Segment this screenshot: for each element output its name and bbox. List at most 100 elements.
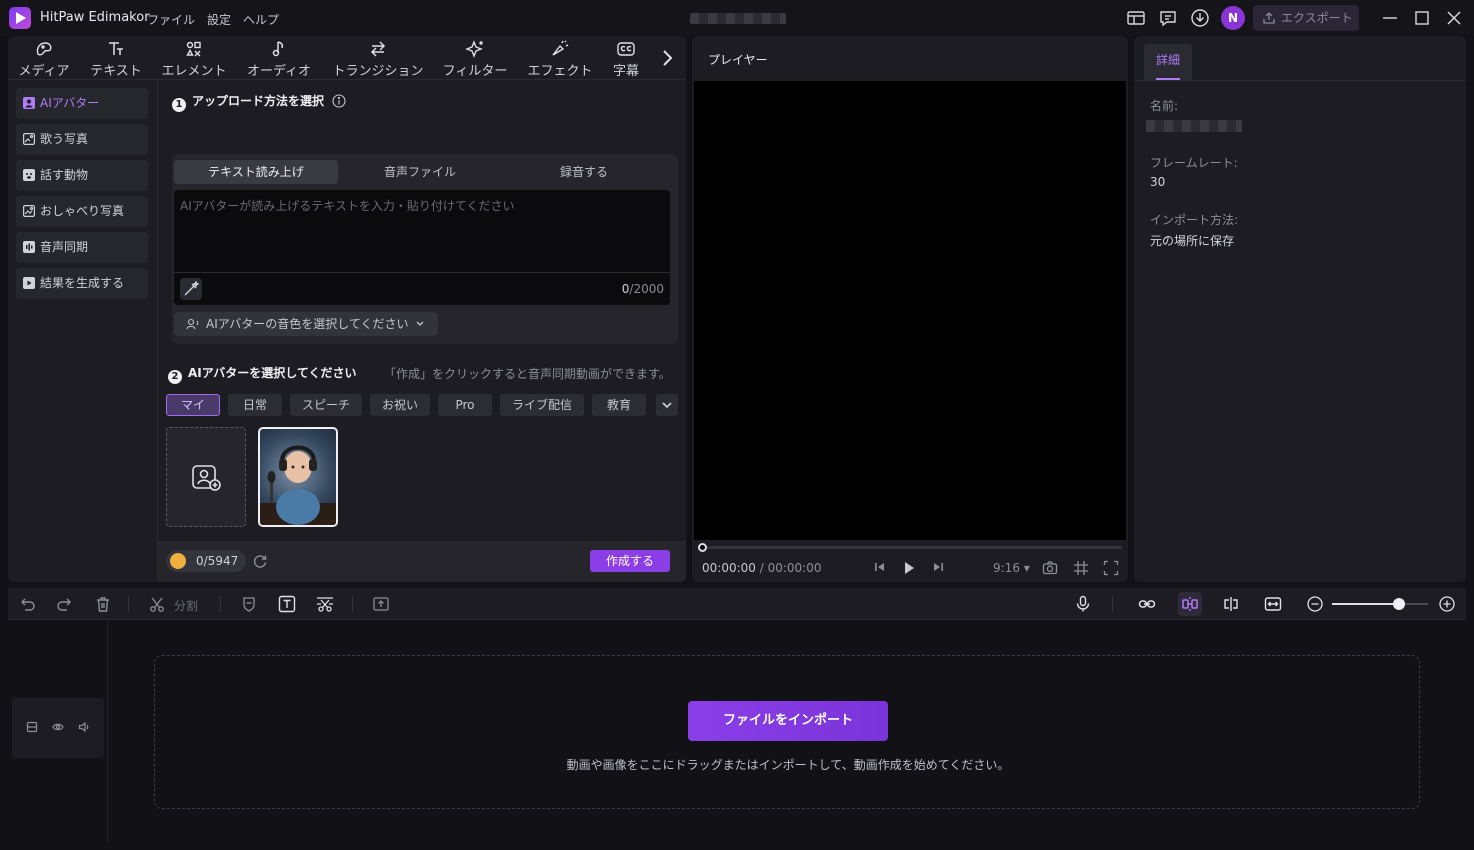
side-item-ai-avatar[interactable]: AIアバター bbox=[16, 88, 148, 119]
user-avatar[interactable]: N bbox=[1221, 6, 1245, 30]
drop-hint: 動画や画像をここにドラッグまたはインポートして、動画作成を始めてください。 bbox=[566, 758, 1010, 772]
tool-tabs: メディア テキスト エレメント オーディオ トランジション フィルター エフェク… bbox=[8, 36, 686, 80]
user-voice-icon bbox=[186, 318, 199, 330]
category-more-button[interactable] bbox=[656, 394, 678, 416]
separator bbox=[220, 596, 221, 612]
grid-icon[interactable] bbox=[1073, 560, 1089, 576]
minimize-icon[interactable] bbox=[1380, 8, 1400, 28]
text-box-icon[interactable] bbox=[278, 595, 296, 613]
credit-counter: 0/5947 bbox=[166, 550, 246, 572]
avatar-thumbnail-baby[interactable] bbox=[258, 427, 338, 527]
zoom-slider-handle[interactable] bbox=[1393, 598, 1405, 610]
side-item-label: AIアバター bbox=[40, 96, 100, 110]
import-file-button[interactable]: ファイルをインポート bbox=[688, 701, 888, 741]
category-tab-daily[interactable]: 日常 bbox=[228, 394, 282, 416]
element-icon bbox=[186, 41, 201, 57]
category-tab-my[interactable]: マイ bbox=[166, 394, 220, 416]
side-item-label: 結果を生成する bbox=[40, 276, 125, 290]
snapshot-icon[interactable] bbox=[1042, 560, 1058, 576]
play-icon[interactable] bbox=[902, 560, 916, 576]
refresh-icon[interactable] bbox=[252, 553, 268, 569]
tab-audio-label: オーディオ bbox=[246, 64, 312, 79]
layout-icon[interactable] bbox=[1126, 8, 1146, 28]
split-icon[interactable] bbox=[148, 595, 166, 613]
chevron-right-icon[interactable] bbox=[660, 48, 674, 68]
tab-text-label: テキスト bbox=[90, 64, 142, 79]
redo-icon[interactable] bbox=[56, 595, 74, 613]
eye-icon[interactable] bbox=[52, 721, 64, 733]
tts-text-input[interactable]: AIアバターが読み上げるテキストを入力・貼り付けてください 0/2000 bbox=[174, 190, 670, 305]
menu-file[interactable]: ファイル bbox=[147, 11, 195, 28]
tab-text[interactable]: テキスト bbox=[86, 40, 146, 79]
maximize-icon[interactable] bbox=[1412, 8, 1432, 28]
side-item-talking-animal[interactable]: 話す動物 bbox=[16, 160, 148, 191]
step1-title: 1 アップロード方法を選択 bbox=[172, 92, 346, 112]
zoom-slider-fill bbox=[1332, 603, 1399, 605]
tab-filter[interactable]: フィルター bbox=[440, 40, 510, 79]
feedback-icon[interactable] bbox=[1158, 8, 1178, 28]
fullscreen-icon[interactable] bbox=[1103, 560, 1119, 576]
link-icon[interactable] bbox=[1138, 595, 1156, 613]
media-drop-zone[interactable]: ファイルをインポート 動画や画像をここにドラッグまたはインポートして、動画作成を… bbox=[154, 655, 1420, 809]
tab-details[interactable]: 詳細 bbox=[1144, 44, 1192, 80]
shield-icon[interactable] bbox=[240, 595, 258, 613]
side-item-singing-photo[interactable]: 歌う写真 bbox=[16, 124, 148, 155]
info-icon[interactable] bbox=[332, 94, 346, 108]
download-icon[interactable] bbox=[1190, 8, 1210, 28]
app-title: HitPaw Edimakor bbox=[40, 10, 150, 25]
app-logo bbox=[9, 7, 31, 29]
side-item-talking-photo[interactable]: おしゃべり写真 bbox=[16, 196, 148, 227]
category-tab-celebration[interactable]: お祝い bbox=[370, 394, 430, 416]
separator bbox=[352, 596, 353, 612]
speaker-icon[interactable] bbox=[78, 721, 90, 733]
tab-media[interactable]: メディア bbox=[16, 40, 72, 79]
category-tab-education[interactable]: 教育 bbox=[592, 394, 646, 416]
framerate-value: 30 bbox=[1150, 175, 1166, 189]
zoom-in-icon[interactable] bbox=[1438, 595, 1456, 613]
seek-bar[interactable] bbox=[700, 546, 1122, 549]
timeline: ファイルをインポート 動画や画像をここにドラッグまたはインポートして、動画作成を… bbox=[8, 621, 1466, 842]
aspect-ratio-select[interactable]: 9:16 ▾ bbox=[993, 561, 1030, 575]
delete-icon[interactable] bbox=[94, 595, 112, 613]
undo-icon[interactable] bbox=[18, 595, 36, 613]
coin-icon bbox=[170, 553, 186, 569]
create-button[interactable]: 作成する bbox=[590, 550, 670, 572]
category-tab-pro[interactable]: Pro bbox=[438, 394, 492, 416]
step2-number: 2 bbox=[168, 370, 182, 384]
menu-help[interactable]: ヘルプ bbox=[243, 11, 279, 28]
upload-tab-audio-file[interactable]: 音声ファイル bbox=[338, 160, 502, 184]
chevron-down-icon bbox=[416, 321, 424, 326]
upload-tab-record[interactable]: 録音する bbox=[502, 160, 666, 184]
track-lock-icon[interactable] bbox=[26, 721, 38, 733]
tab-element[interactable]: エレメント bbox=[158, 40, 230, 79]
close-icon[interactable] bbox=[1444, 8, 1464, 28]
tab-effect[interactable]: エフェクト bbox=[524, 40, 596, 79]
next-frame-icon[interactable] bbox=[932, 560, 944, 574]
prev-frame-icon[interactable] bbox=[874, 560, 886, 574]
ai-write-button[interactable] bbox=[180, 278, 202, 300]
tab-subtitle[interactable]: 字幕 bbox=[608, 40, 644, 79]
category-tab-live[interactable]: ライブ配信 bbox=[500, 394, 584, 416]
tab-audio[interactable]: オーディオ bbox=[244, 40, 314, 79]
magnet-snap-icon[interactable] bbox=[1181, 595, 1199, 613]
name-value-blurred bbox=[1146, 120, 1242, 132]
split-clip-icon[interactable] bbox=[1222, 595, 1240, 613]
tab-transition[interactable]: トランジション bbox=[328, 40, 428, 79]
upload-tab-tts[interactable]: テキスト読み上げ bbox=[174, 160, 338, 184]
export-button[interactable]: エクスポート bbox=[1253, 5, 1359, 31]
category-tab-speech[interactable]: スピーチ bbox=[290, 394, 362, 416]
side-item-generate-result[interactable]: 結果を生成する bbox=[16, 268, 148, 299]
menu-settings[interactable]: 設定 bbox=[207, 11, 231, 28]
side-item-lip-sync[interactable]: 音声同期 bbox=[16, 232, 148, 263]
microphone-icon[interactable] bbox=[1074, 595, 1092, 613]
voice-select[interactable]: AIアバターの音色を選択してください bbox=[174, 312, 438, 336]
play-result-icon bbox=[23, 277, 35, 289]
upload-avatar-card[interactable] bbox=[166, 427, 246, 527]
fit-width-icon[interactable] bbox=[1264, 595, 1282, 613]
zoom-out-icon[interactable] bbox=[1306, 595, 1324, 613]
auto-cut-icon[interactable] bbox=[316, 595, 334, 613]
seek-handle[interactable] bbox=[698, 543, 707, 552]
export-clip-icon[interactable] bbox=[372, 595, 390, 613]
name-label: 名前: bbox=[1150, 99, 1179, 113]
transition-icon bbox=[370, 41, 386, 57]
